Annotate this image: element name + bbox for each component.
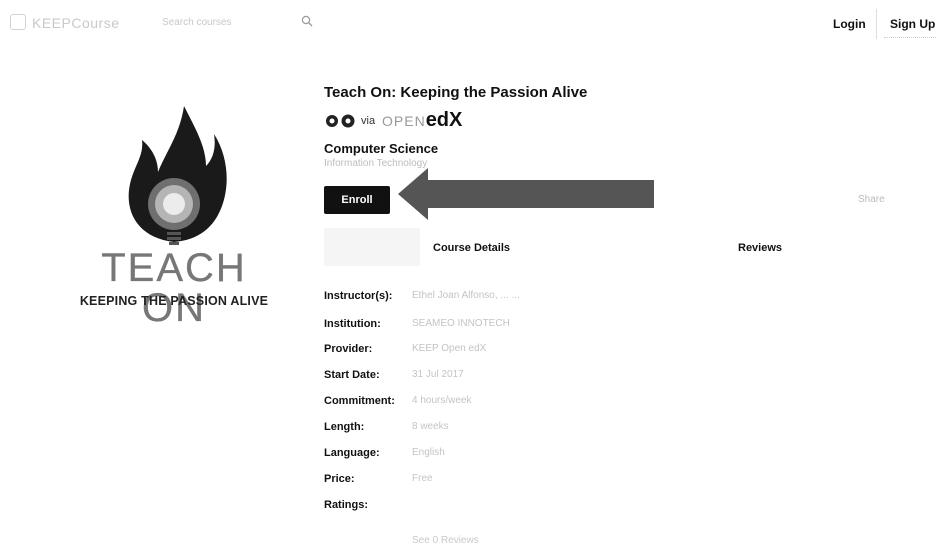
logo-mark-icon [10,14,26,30]
site-logo-text: KEEPCourse [32,15,120,31]
detail-row-language: Language: English [324,447,684,465]
detail-value[interactable]: SEAMEO INNOTECH [412,318,510,329]
detail-label: Provider: [324,343,373,355]
see-reviews-link[interactable]: See 0 Reviews [412,535,479,546]
signup-link[interactable]: Sign Up [890,17,935,31]
course-logo-subtitle: KEEPING THE PASSION ALIVE [79,294,269,308]
site-logo[interactable]: KEEPCourse [10,14,119,31]
tab-reviews[interactable]: Reviews [738,242,782,254]
detail-label: Commitment: [324,395,395,407]
provider-gears-icon [326,114,355,128]
detail-row-length: Length: 8 weeks [324,421,684,439]
detail-label: Price: [324,473,355,485]
via-label: via [361,115,376,127]
search-box [160,11,313,33]
course-subject: Computer Science [324,141,439,156]
enroll-button[interactable]: Enroll [324,186,390,214]
detail-row-start-date: Start Date: 31 Jul 2017 [324,369,684,387]
course-logo-title: TEACH ON [101,246,247,330]
detail-label: Institution: [324,318,381,330]
tab-course-details[interactable]: Course Details [433,242,510,254]
detail-label: Language: [324,447,380,459]
login-link[interactable]: Login [833,17,866,31]
header-divider [876,9,877,39]
signup-underline [884,36,936,38]
detail-row-ratings: Ratings: [324,499,684,517]
tab-placeholder [324,228,420,266]
detail-row-institution: Institution: SEAMEO INNOTECH [324,318,684,336]
detail-row-instructor: Instructor(s): Ethel Joan Alfonso, ... .… [324,290,684,308]
annotation-arrow-icon [398,168,654,220]
detail-label: Start Date: [324,369,380,381]
detail-value: 8 weeks [412,421,449,432]
detail-value[interactable]: Ethel Joan Alfonso, ... ... [412,290,520,301]
search-input[interactable] [160,11,294,33]
detail-value: 4 hours/week [412,395,472,406]
detail-label: Length: [324,421,365,433]
detail-label: Ratings: [324,499,368,511]
search-icon[interactable] [301,15,313,27]
openedx-logo: OPENedX [382,109,463,131]
detail-value[interactable]: KEEP Open edX [412,343,486,354]
course-title: Teach On: Keeping the Passion Alive [324,84,588,101]
detail-value: Free [412,473,433,484]
detail-value: English [412,447,445,458]
detail-row-price: Price: Free [324,473,684,491]
flame-bulb-icon [128,106,227,245]
detail-row-provider: Provider: KEEP Open edX [324,343,684,361]
share-icons[interactable]: Share [858,194,885,205]
course-logo-image: TEACH ON KEEPING THE PASSION ALIVE [66,100,282,328]
detail-row-commitment: Commitment: 4 hours/week [324,395,684,413]
detail-label: Instructor(s): [324,290,393,302]
detail-value: 31 Jul 2017 [412,369,464,380]
